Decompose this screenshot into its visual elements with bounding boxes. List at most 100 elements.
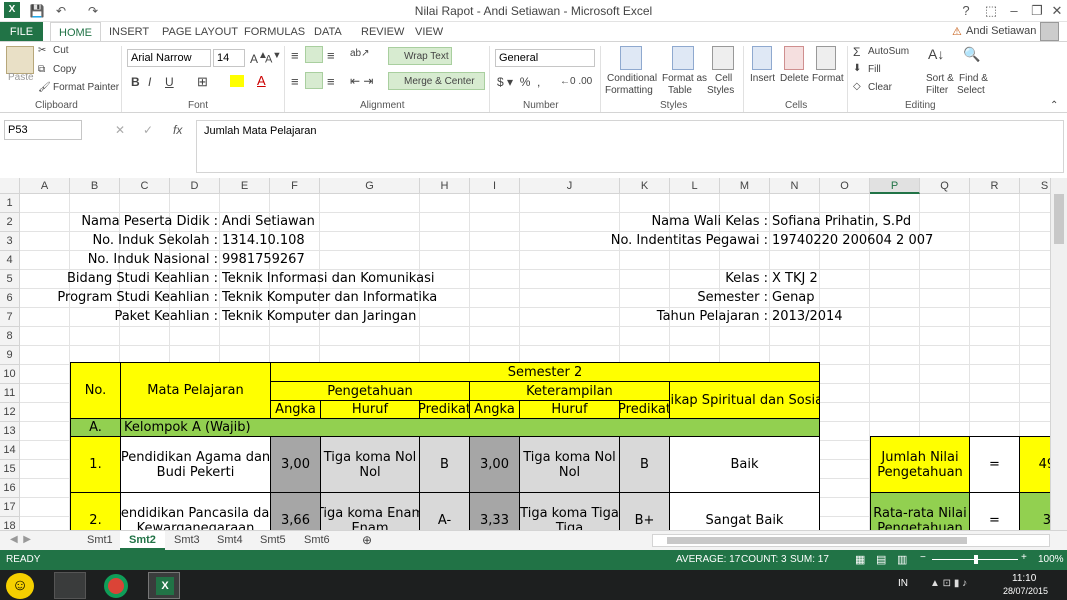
row-header[interactable]: 18 bbox=[0, 517, 20, 530]
brush-icon[interactable]: 🖌 bbox=[38, 82, 51, 93]
row-header[interactable]: 14 bbox=[0, 441, 20, 460]
number-format-box[interactable]: General bbox=[495, 49, 595, 67]
language-indicator[interactable]: IN bbox=[898, 578, 908, 589]
format-table-icon[interactable] bbox=[672, 46, 694, 70]
close-button[interactable]: ✕ bbox=[1046, 1, 1067, 21]
sort-filter-button[interactable]: Sort & bbox=[926, 73, 954, 84]
tab-formulas[interactable]: FORMULAS bbox=[236, 22, 313, 42]
p-huruf-cell[interactable]: Tiga koma Enam Enam bbox=[320, 492, 420, 530]
conditional-formatting-label-2[interactable]: Formatting bbox=[605, 85, 653, 96]
name-box[interactable]: P53 bbox=[4, 120, 82, 140]
paste-icon[interactable] bbox=[6, 46, 34, 74]
column-header[interactable]: C bbox=[120, 178, 170, 194]
fill-icon[interactable]: ⬇ bbox=[853, 63, 861, 74]
tab-view[interactable]: VIEW bbox=[407, 22, 451, 42]
p-predikat-cell[interactable]: A- bbox=[419, 492, 470, 530]
explorer-taskbar-icon[interactable] bbox=[54, 572, 86, 599]
p-predikat-cell[interactable]: B bbox=[419, 436, 470, 493]
sheet-tab[interactable]: Smt5 bbox=[251, 531, 295, 550]
row-header[interactable]: 2 bbox=[0, 213, 20, 232]
row-header[interactable]: 7 bbox=[0, 308, 20, 327]
cut-button[interactable]: Cut bbox=[53, 45, 69, 56]
chrome-taskbar-icon[interactable] bbox=[104, 574, 128, 598]
align-bottom-icon[interactable]: ≡ bbox=[327, 48, 335, 63]
find-select-button[interactable]: Find & bbox=[959, 73, 988, 84]
enter-icon[interactable]: ✓ bbox=[143, 123, 153, 137]
decimal-icon[interactable]: ←0 .00 bbox=[560, 76, 592, 87]
delete-button[interactable]: Delete bbox=[780, 73, 809, 84]
align-middle-icon[interactable] bbox=[305, 46, 323, 63]
tab-data[interactable]: DATA bbox=[306, 22, 350, 42]
cell-styles-label-2[interactable]: Styles bbox=[707, 85, 734, 96]
k-predikat-cell[interactable]: B+ bbox=[619, 492, 670, 530]
excel-taskbar-icon[interactable]: X bbox=[148, 572, 180, 599]
sheet-tab[interactable]: Smt2 bbox=[120, 531, 165, 550]
autosum-icon[interactable]: Σ bbox=[853, 45, 860, 59]
format-painter-button[interactable]: Format Painter bbox=[53, 82, 119, 93]
column-header[interactable]: G bbox=[320, 178, 420, 194]
ribbon-display-icon[interactable]: ⬚ bbox=[980, 1, 1002, 21]
summary-value[interactable]: 3, bbox=[1019, 492, 1050, 530]
autosum-button[interactable]: AutoSum bbox=[868, 46, 909, 57]
italic-icon[interactable]: I bbox=[148, 75, 151, 89]
info-value[interactable]: Genap bbox=[772, 290, 815, 305]
align-right-icon[interactable]: ≡ bbox=[327, 74, 335, 89]
column-header[interactable]: P bbox=[870, 178, 920, 194]
row-header[interactable]: 12 bbox=[0, 403, 20, 422]
info-value[interactable]: Teknik Komputer dan Jaringan bbox=[222, 309, 416, 324]
format-button[interactable]: Format bbox=[812, 73, 844, 84]
align-left-icon[interactable]: ≡ bbox=[291, 74, 299, 89]
format-table-label[interactable]: Format as bbox=[662, 73, 707, 84]
k-huruf-cell[interactable]: Tiga koma Tiga Tiga bbox=[519, 492, 620, 530]
tab-file[interactable]: FILE bbox=[0, 22, 43, 42]
formula-input[interactable]: Jumlah Mata Pelajaran bbox=[196, 120, 1064, 173]
currency-icon[interactable]: $ ▾ % , bbox=[497, 75, 540, 89]
tab-page-layout[interactable]: PAGE LAYOUT bbox=[154, 22, 246, 42]
font-name-box[interactable]: Arial Narrow bbox=[127, 49, 211, 67]
align-top-icon[interactable]: ≡ bbox=[291, 48, 299, 63]
format-table-label-2[interactable]: Table bbox=[668, 85, 692, 96]
row-header[interactable]: 8 bbox=[0, 327, 20, 346]
avatar[interactable] bbox=[1040, 22, 1059, 41]
horizontal-scrollbar[interactable] bbox=[652, 534, 1050, 547]
column-header[interactable]: J bbox=[520, 178, 620, 194]
delete-icon[interactable] bbox=[784, 46, 804, 70]
p-angka-cell[interactable]: 3,00 bbox=[270, 436, 321, 493]
clock-date[interactable]: 28/07/2015 bbox=[1003, 586, 1048, 596]
insert-icon[interactable] bbox=[752, 46, 772, 70]
column-header[interactable]: D bbox=[170, 178, 220, 194]
find-select-label-2[interactable]: Select bbox=[957, 85, 985, 96]
info-value[interactable]: Teknik Komputer dan Informatika bbox=[222, 290, 437, 305]
row-header[interactable]: 9 bbox=[0, 346, 20, 365]
fill-button[interactable]: Fill bbox=[868, 64, 881, 75]
row-header[interactable]: 17 bbox=[0, 498, 20, 517]
eraser-icon[interactable]: ◇ bbox=[853, 81, 861, 92]
column-header[interactable]: B bbox=[70, 178, 120, 194]
tab-insert[interactable]: INSERT bbox=[101, 22, 157, 42]
row-header[interactable]: 4 bbox=[0, 251, 20, 270]
minimize-button[interactable]: – bbox=[1003, 1, 1025, 21]
font-color-icon[interactable]: A bbox=[257, 73, 266, 88]
clear-button[interactable]: Clear bbox=[868, 82, 892, 93]
cut-icon[interactable]: ✂ bbox=[38, 45, 46, 56]
subject-cell[interactable]: Pendidikan Pancasila dan Kewarganegaraan bbox=[120, 492, 271, 530]
cell-styles-label[interactable]: Cell bbox=[715, 73, 732, 84]
info-value[interactable]: 19740220 200604 2 007 bbox=[772, 233, 933, 248]
paste-button[interactable]: Paste bbox=[8, 72, 34, 83]
new-sheet-icon[interactable]: ⊕ bbox=[362, 533, 372, 547]
maximize-button[interactable]: ❐ bbox=[1026, 1, 1048, 21]
sheet-prev-icon[interactable]: ◀ ▶ bbox=[10, 534, 31, 545]
bold-icon[interactable]: B bbox=[131, 75, 140, 89]
sort-filter-label-2[interactable]: Filter bbox=[926, 85, 948, 96]
user-name[interactable]: Andi Setiawan bbox=[966, 25, 1036, 37]
scroll-thumb[interactable] bbox=[1054, 194, 1064, 244]
column-header[interactable]: R bbox=[970, 178, 1020, 194]
insert-function-icon[interactable]: fx bbox=[173, 123, 182, 137]
sikap-cell[interactable]: Baik bbox=[669, 436, 820, 493]
info-value[interactable]: Andi Setiawan bbox=[222, 214, 315, 229]
select-all-corner[interactable] bbox=[0, 178, 20, 194]
info-value[interactable]: Sofiana Prihatin, S.Pd bbox=[772, 214, 911, 229]
page-break-view-icon[interactable]: ▥ bbox=[897, 553, 907, 566]
copy-icon[interactable]: ⧉ bbox=[38, 64, 45, 75]
page-layout-view-icon[interactable]: ▤ bbox=[876, 553, 886, 566]
